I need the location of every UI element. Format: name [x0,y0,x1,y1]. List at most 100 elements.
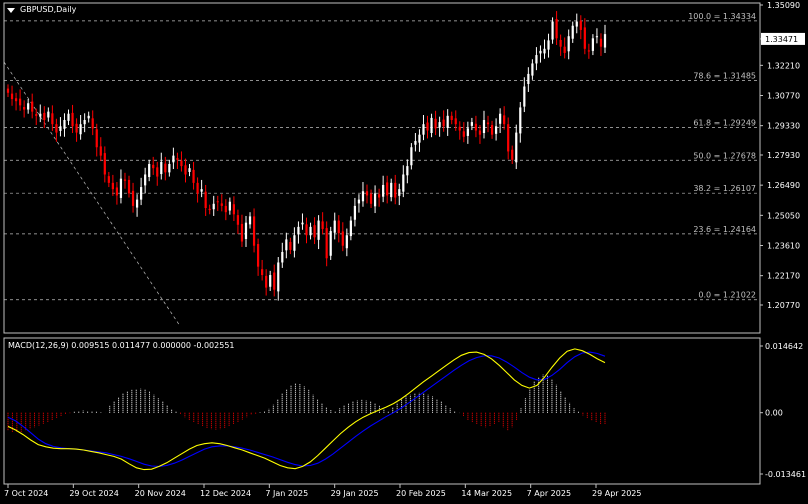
bull-candle [571,25,574,39]
bull-candle [160,161,163,175]
bear-candle [123,179,127,181]
bear-candle [192,169,195,183]
bull-candle [144,174,147,186]
price-tick-label: 1.25050 [767,211,800,220]
bull-candle [361,191,365,202]
bear-candle [43,112,46,121]
bull-candle [567,36,570,52]
bull-candle [547,40,550,50]
macd-indicator-label: MACD(12,26,9) 0.009515 0.011477 0.000000… [8,341,235,350]
time-axis[interactable]: 7 Oct 2024 29 Oct 2024 20 Nov 2024 12 Dec 2… [4,484,641,498]
bull-candle [539,50,542,54]
bull-candle [418,134,421,143]
macd-tick-label: 0.00 [765,409,783,418]
time-tick-label: 29 Jan 2025 [331,489,379,498]
bull-candle [406,166,409,176]
bull-candle [519,107,522,134]
bull-candle [345,235,348,249]
bear-candle [478,130,482,135]
bear-candle [273,272,276,290]
bear-candle [599,38,603,47]
bear-candle [325,228,328,259]
price-tick-label: 1.30770 [767,92,800,101]
bull-candle [373,193,377,207]
bull-candle [414,140,417,145]
bull-candle [188,168,191,172]
bull-candle [531,63,534,76]
bear-candle [434,118,437,129]
bull-candle [595,36,599,38]
bull-candle [119,178,123,198]
price-tick-label: 1.23610 [767,242,800,251]
price-tick-label: 1.22170 [767,272,800,281]
bull-candle [438,122,441,128]
bull-candle [382,184,385,197]
bear-candle [454,118,457,125]
bear-candle [208,208,211,211]
bear-candle [490,125,494,135]
price-tick-label: 1.27930 [767,151,800,160]
price-tick-label: 1.35090 [767,1,800,10]
bull-candle [200,189,203,192]
bull-candle [591,38,595,51]
bear-candle [458,126,461,131]
bull-candle [527,73,530,84]
bear-candle [164,163,167,173]
bear-candle [563,46,566,53]
bull-candle [317,220,320,240]
bull-candle [172,155,175,163]
bull-candle [402,174,405,192]
bear-candle [6,88,10,93]
bear-candle [14,98,18,102]
bear-candle [503,115,506,125]
bull-candle [83,120,86,125]
macd-lines [7,348,606,471]
bull-candle [410,147,413,166]
bull-candle [168,164,171,173]
price-axis[interactable]: 1.35090 1.33471 1.32210 1.30770 1.29330 1.279… [760,1,805,310]
bull-candle [329,231,332,256]
bull-candle [27,103,30,110]
price-tick-label: 1.20770 [767,301,800,310]
main-pane-border [3,2,761,334]
bear-candle [377,194,381,198]
macd-axis[interactable]: 0.014642 0.00 -0.013461 [760,342,806,479]
bull-candle [482,120,486,134]
bear-candle [507,124,510,152]
price-tick-label: 1.32210 [767,61,800,70]
bear-candle [555,19,558,39]
bull-candle [63,120,66,129]
bear-candle [71,112,74,127]
time-tick-label: 7 Oct 2024 [4,489,48,498]
bull-candle [515,132,518,163]
bear-candle [261,269,264,276]
bear-candle [99,146,102,156]
fib-level-label: 23.6 = 1.24164 [693,225,756,234]
chart-window[interactable]: 100.0 = 1.34334 78.6 = 1.31485 61.8 = 1.29… [0,0,808,502]
chart-svg[interactable]: 100.0 = 1.34334 78.6 = 1.31485 61.8 = 1.29… [0,0,808,502]
bull-candle [535,55,538,64]
bull-candle [446,115,449,128]
bull-candle [349,220,352,237]
bull-candle [228,201,231,211]
bear-candle [180,160,183,167]
fibonacci-levels[interactable]: 100.0 = 1.34334 78.6 = 1.31485 61.8 = 1.29… [3,12,760,327]
bull-candle [79,124,82,135]
symbol-label: GBPUSD,Daily [20,5,77,14]
bear-candle [462,131,465,137]
bear-candle [369,193,373,204]
bear-candle [240,223,244,242]
bear-candle [75,123,78,133]
bull-candle [398,189,401,196]
bear-candle [305,224,308,236]
bear-candle [23,107,26,110]
bear-candle [127,179,131,194]
bear-candle [587,50,590,52]
bull-candle [357,199,361,204]
bear-candle [341,231,344,246]
bull-candle [353,205,357,220]
bull-candle [551,21,554,40]
price-tick-label: 1.29330 [767,122,800,131]
symbol-dropdown-icon[interactable] [7,8,15,13]
bull-candle [430,117,433,134]
